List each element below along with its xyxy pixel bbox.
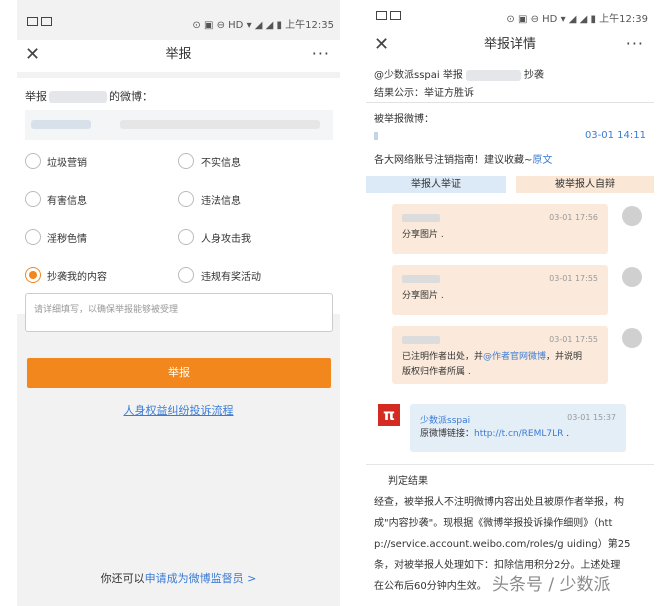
avatar xyxy=(622,328,642,348)
tab-reporter[interactable]: 举报人举证 xyxy=(366,176,506,193)
verdict-title: 判定结果 xyxy=(388,476,428,487)
more-icon[interactable]: ··· xyxy=(626,30,644,58)
option-label: 淫秽色情 xyxy=(47,234,87,245)
tab-reported[interactable]: 被举报人自辩 xyxy=(516,176,654,193)
message-bubble: 03-01 17:56 分享图片 . xyxy=(392,204,608,254)
reporter-message-bubble: 少数派sspai 03-01 15:37 原微博链接：http://t.cn/R… xyxy=(410,404,626,452)
redacted-name xyxy=(402,214,440,222)
message-time: 03-01 17:55 xyxy=(549,335,598,344)
status-bar: ⊙ ▣ ⊖ HD ▾ ◢ ◢ ▮ 上午12:39 xyxy=(366,0,654,30)
sspai-logo: π xyxy=(378,404,400,426)
option-label: 违法信息 xyxy=(201,196,241,207)
status-bar: ⊙ ▣ ⊖ HD ▾ ◢ ◢ ▮ 上午12:35 xyxy=(17,0,340,40)
mention-link[interactable]: @作者官网微博 xyxy=(483,352,546,362)
avatar xyxy=(622,267,642,287)
option-radio-illegal-lottery[interactable] xyxy=(178,267,194,283)
option-radio-false-info[interactable] xyxy=(178,153,194,169)
divider xyxy=(366,464,654,465)
redacted-username xyxy=(49,91,107,103)
message-text-line2: 版权归作者所属 . xyxy=(402,367,471,377)
report-detail-screen: ⊙ ▣ ⊖ HD ▾ ◢ ◢ ▮ 上午12:39 ✕ 举报详情 ··· @少数派… xyxy=(366,0,654,606)
page-title: 举报 xyxy=(165,47,192,62)
complaint-process-link[interactable]: 人身权益纠纷投诉流程 xyxy=(17,402,340,418)
top-nav: ✕ 举报详情 ··· xyxy=(366,30,654,60)
verdict-line: 经查，被举报人不注明微博内容出处且被原作者举报，构 xyxy=(374,497,624,508)
reported-weibo-label: 被举报微博： xyxy=(374,114,434,125)
top-nav: ✕ 举报 ··· xyxy=(17,40,340,72)
option-label: 违规有奖活动 xyxy=(201,272,261,283)
verdict-line: p://service.account.weibo.com/roles/g ui… xyxy=(374,539,631,550)
original-weibo-link[interactable]: http://t.cn/REML7LR xyxy=(474,429,563,439)
option-radio-personal-attack[interactable] xyxy=(178,229,194,245)
message-bubble: 03-01 17:55 分享图片 . xyxy=(392,265,608,315)
reported-weibo-time: 03-01 14:11 xyxy=(584,130,646,141)
more-icon[interactable]: ··· xyxy=(312,40,330,68)
option-label: 抄袭我的内容 xyxy=(47,272,107,283)
redacted-name xyxy=(402,336,440,344)
message-text: 原微博链接：http://t.cn/REML7LR . xyxy=(420,429,570,439)
footer-text: 你还可以申请成为微博监督员 > xyxy=(100,572,257,585)
option-radio-illegal[interactable] xyxy=(178,191,194,207)
avatar xyxy=(622,206,642,226)
redacted-name xyxy=(402,275,440,283)
message-time: 03-01 15:37 xyxy=(567,413,616,422)
status-icons-left xyxy=(376,10,404,21)
submit-report-button[interactable]: 举报 xyxy=(27,358,331,388)
message-time: 03-01 17:55 xyxy=(549,274,598,283)
apply-supervisor-link[interactable]: 申请成为微博监督员 > xyxy=(145,572,257,585)
original-link[interactable]: 原文 xyxy=(532,155,552,166)
divider xyxy=(366,102,654,103)
option-label: 不实信息 xyxy=(201,158,241,169)
status-icons-right: ⊙ ▣ ⊖ HD ▾ ◢ ◢ ▮ 上午12:39 xyxy=(506,14,648,25)
reported-weibo-text: 各大网络账号注销指南！建议收藏~原文 xyxy=(374,155,553,166)
option-radio-obscene[interactable] xyxy=(25,229,41,245)
option-label: 垃圾营销 xyxy=(47,158,87,169)
redacted-username xyxy=(465,69,521,81)
report-screen: ⊙ ▣ ⊖ HD ▾ ◢ ◢ ▮ 上午12:35 ✕ 举报 ··· 举报 的微博：… xyxy=(17,0,340,606)
status-icons-right: ⊙ ▣ ⊖ HD ▾ ◢ ◢ ▮ 上午12:35 xyxy=(192,20,334,31)
message-text: 分享图片 . xyxy=(402,230,444,240)
result-announcement: 结果公示：举证方胜诉 xyxy=(374,88,474,99)
detail-textarea[interactable]: 请详细填写，以确保举报能够被受理 xyxy=(25,293,333,332)
option-label: 人身攻击我 xyxy=(201,234,251,245)
toutiao-watermark: 头条号 / 少数派 xyxy=(492,575,611,595)
option-radio-harmful[interactable] xyxy=(25,191,41,207)
page-title: 举报详情 xyxy=(483,37,536,52)
option-radio-plagiarism[interactable] xyxy=(25,267,41,283)
status-icons-left xyxy=(27,16,55,27)
textarea-placeholder: 请详细填写，以确保举报能够被受理 xyxy=(34,305,179,315)
report-header: @少数派sspai 举报 抄袭 xyxy=(374,69,544,81)
verdict-line: 成"内容抄袭"。现根据《微博举报投诉操作细则》（htt xyxy=(374,518,613,529)
reporter-name[interactable]: 少数派sspai xyxy=(420,413,470,426)
message-text: 分享图片 . xyxy=(402,291,444,301)
reported-weibo-preview xyxy=(25,110,333,140)
option-radio-spam[interactable] xyxy=(25,153,41,169)
redacted-author xyxy=(374,132,378,140)
option-label: 有害信息 xyxy=(47,196,87,207)
message-time: 03-01 17:56 xyxy=(549,213,598,222)
message-bubble: 03-01 17:55 已注明作者出处，并@作者官网微博，并说明 版权归作者所属… xyxy=(392,326,608,384)
report-prompt: 举报 的微博： xyxy=(25,90,153,103)
